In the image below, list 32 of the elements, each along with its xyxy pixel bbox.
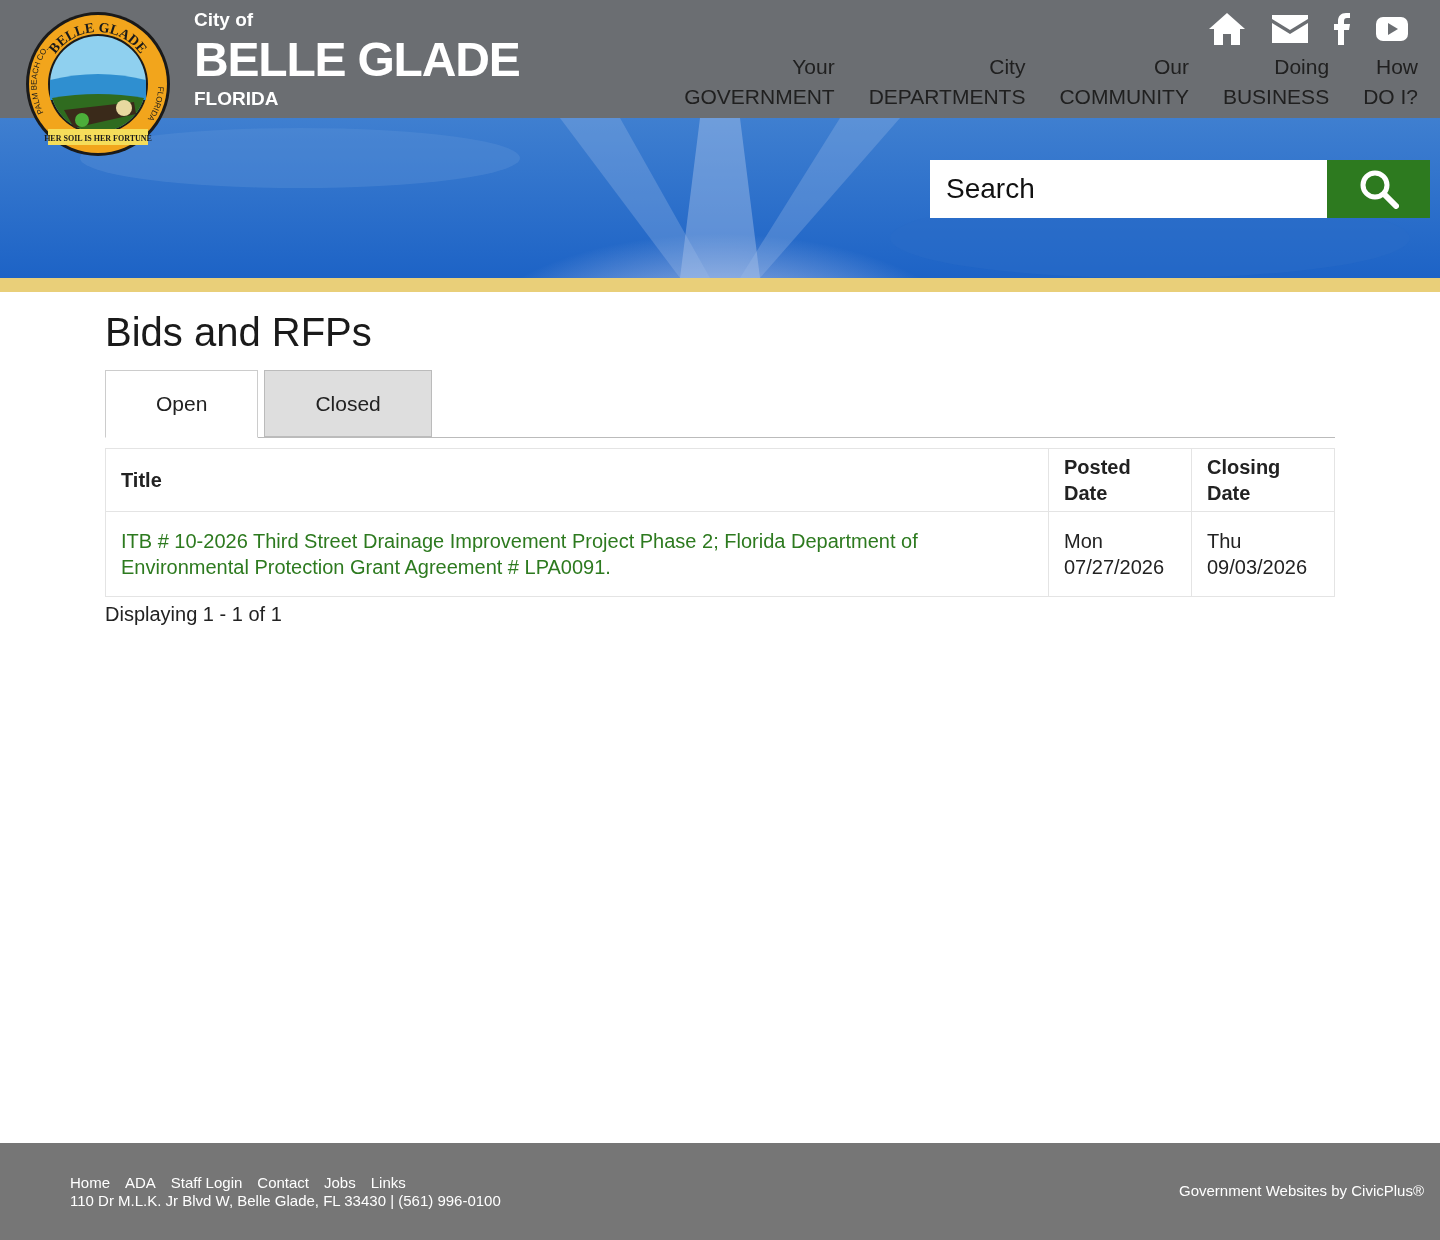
mail-icon[interactable]: [1272, 15, 1308, 43]
nav-menu-item[interactable]: Our COMMUNITY: [1059, 52, 1189, 112]
search-field[interactable]: Search: [930, 160, 1327, 218]
search-button[interactable]: [1327, 160, 1430, 218]
footer-link[interactable]: Staff Login: [170, 1173, 243, 1192]
search-icon: [1358, 169, 1399, 209]
posted-date-cell: Mon 07/27/2026: [1048, 511, 1192, 597]
column-header: Closing Date: [1191, 448, 1335, 512]
nav-menu-item[interactable]: Doing BUSINESS: [1222, 52, 1330, 112]
facebook-icon[interactable]: [1334, 13, 1350, 45]
page-title: Bids and RFPs: [105, 309, 373, 356]
video-play-icon[interactable]: [1376, 17, 1408, 41]
footer-link[interactable]: Links: [370, 1173, 406, 1192]
home-icon[interactable]: [1208, 12, 1246, 46]
closing-date-cell: Thu 09/03/2026: [1191, 511, 1335, 597]
credit-link[interactable]: Government Websites by CivicPlus®: [1178, 1180, 1424, 1203]
nav-menu-item[interactable]: How DO I?: [1363, 52, 1418, 112]
pagination-summary: Displaying 1 - 1 of 1: [105, 602, 283, 627]
nav-menu-item[interactable]: City DEPARTMENTS: [868, 52, 1026, 112]
site-prefix: City of: [194, 8, 255, 32]
site-state: FLORIDA: [194, 88, 280, 110]
column-header: Posted Date: [1048, 448, 1192, 512]
nav-menu-item[interactable]: Your GOVERNMENT: [684, 52, 835, 112]
footer-address: 110 Dr M.L.K. Jr Blvd W, Belle Glade, FL 33430 | (561) 996-0100: [70, 1191, 501, 1210]
footer-link[interactable]: Jobs: [324, 1173, 356, 1192]
site-name[interactable]: BELLE GLADE: [194, 32, 520, 88]
column-header: Title: [105, 448, 1049, 512]
footer-link[interactable]: ADA: [125, 1173, 156, 1192]
tab[interactable]: Open: [105, 370, 259, 438]
tab[interactable]: Closed: [264, 370, 432, 437]
footer-link[interactable]: Home: [70, 1173, 110, 1192]
footer-link[interactable]: Contact: [257, 1173, 309, 1192]
